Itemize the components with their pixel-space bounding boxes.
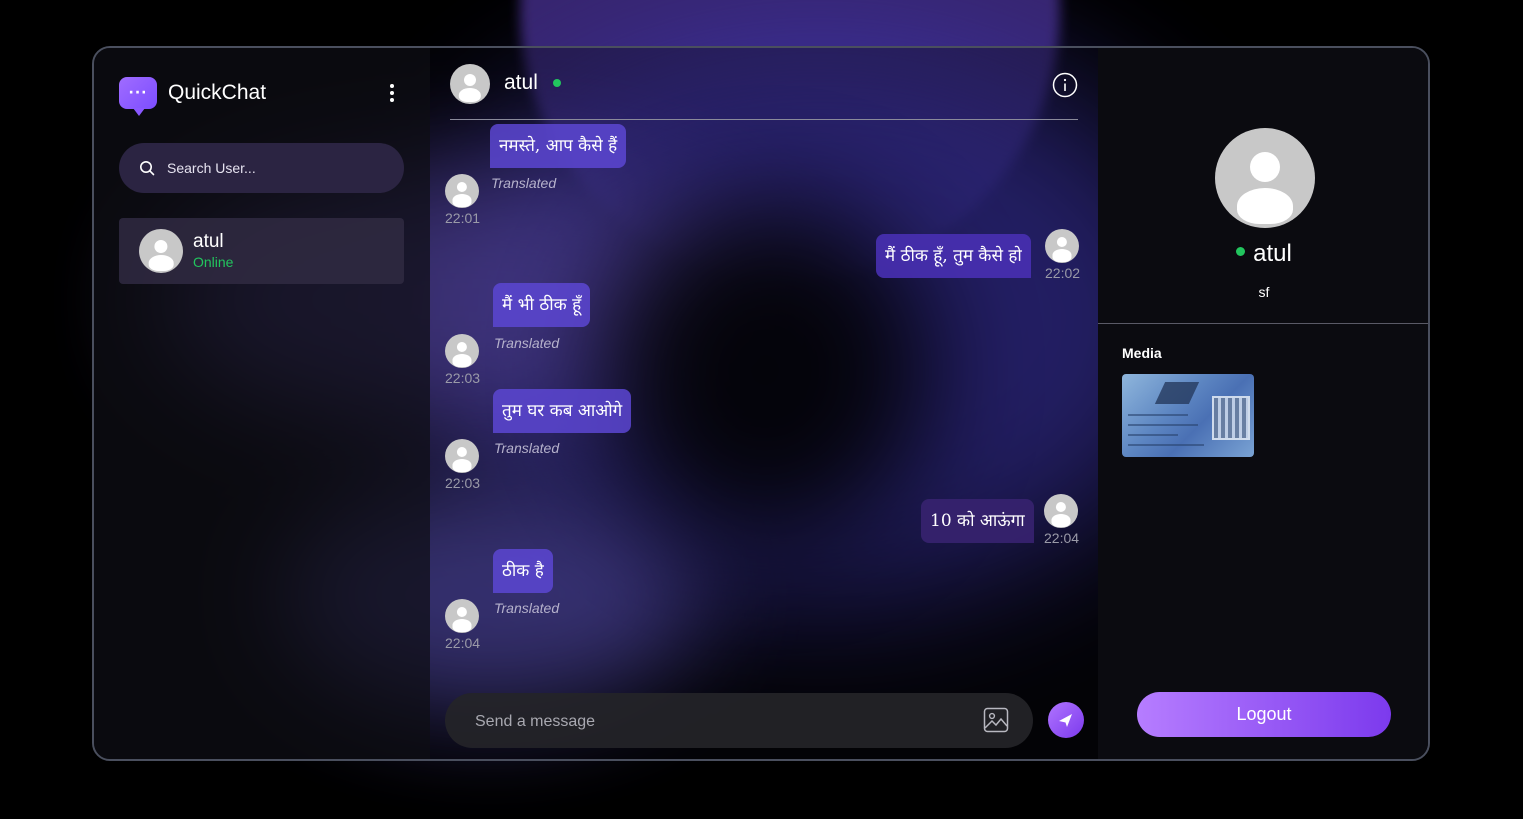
divider	[1098, 323, 1428, 324]
contact-avatar	[450, 64, 490, 104]
message-bubble-received: मैं भी ठीक हूँ	[493, 283, 591, 327]
online-status-dot	[553, 79, 561, 87]
profile-name: atul	[1253, 240, 1292, 267]
chat-bubble-logo-icon: ···	[119, 77, 157, 116]
online-status-dot	[1236, 246, 1246, 256]
info-icon[interactable]	[1052, 72, 1078, 98]
chat-header: atul	[450, 62, 1078, 120]
media-heading: Media	[1122, 345, 1162, 361]
chat-panel: atul नमस्ते, आप कैसे हैं Translated 22:0…	[430, 48, 1098, 759]
sender-avatar	[445, 439, 479, 473]
user-list-item[interactable]: atul Online	[119, 218, 404, 284]
message-time: 22:02	[1045, 265, 1081, 281]
logout-button[interactable]: Logout	[1137, 692, 1391, 737]
sender-avatar	[1045, 229, 1079, 263]
app-window: ··· QuickChat atul Online atul	[92, 46, 1430, 761]
message-time: 22:03	[445, 370, 481, 386]
message-time: 22:04	[1044, 530, 1080, 546]
translated-label: Translated	[494, 440, 560, 456]
message-bubble-sent: 10 को आऊंगा	[921, 499, 1034, 543]
more-vertical-icon[interactable]	[386, 84, 398, 108]
avatar	[139, 229, 183, 273]
message-composer	[445, 693, 1033, 748]
send-icon	[1059, 714, 1072, 727]
message-bubble-received: तुम घर कब आओगे	[493, 389, 632, 433]
sender-avatar	[1044, 494, 1078, 528]
message-bubble-received: नमस्ते, आप कैसे हैं	[490, 124, 627, 168]
profile-panel: atul sf Media Logout	[1098, 48, 1428, 759]
image-upload-icon[interactable]	[983, 707, 1009, 733]
sender-avatar	[445, 599, 479, 633]
profile-avatar	[1215, 128, 1315, 228]
user-status: Online	[193, 254, 234, 270]
profile-name-row: atul	[1098, 240, 1428, 268]
user-name: atul	[193, 231, 224, 252]
brand: ··· QuickChat	[119, 77, 267, 116]
contact-name: atul	[504, 71, 538, 94]
search-bar	[119, 143, 404, 193]
message-bubble-received: ठीक है	[493, 549, 553, 593]
message-input[interactable]	[473, 709, 947, 735]
sidebar: ··· QuickChat atul Online	[94, 48, 430, 759]
message-time: 22:04	[445, 635, 481, 651]
profile-bio: sf	[1258, 284, 1270, 300]
sender-avatar	[445, 334, 479, 368]
search-icon	[140, 161, 155, 176]
message-bubble-sent: मैं ठीक हूँ, तुम कैसे हो	[876, 234, 1031, 278]
media-thumbnail[interactable]	[1122, 374, 1254, 457]
translated-label: Translated	[491, 175, 557, 191]
search-user-input[interactable]	[165, 159, 399, 177]
message-time: 22:01	[445, 210, 481, 226]
message-time: 22:03	[445, 475, 481, 491]
translated-label: Translated	[494, 335, 560, 351]
send-button[interactable]	[1048, 702, 1084, 738]
app-name: QuickChat	[168, 81, 267, 104]
translated-label: Translated	[494, 600, 560, 616]
sender-avatar	[445, 174, 479, 208]
